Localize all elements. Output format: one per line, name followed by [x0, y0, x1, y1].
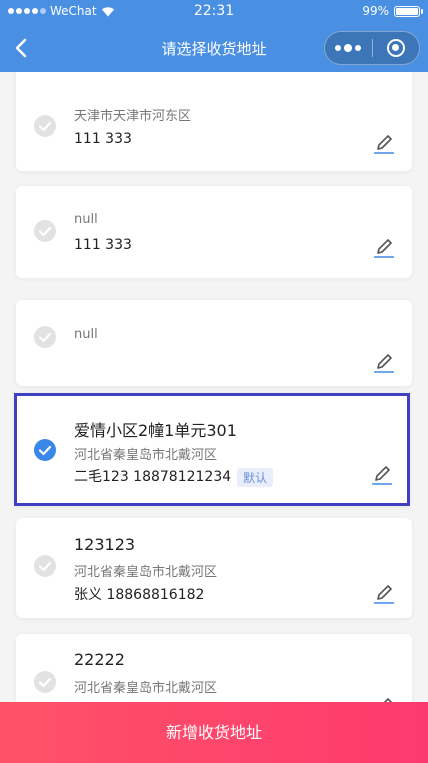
pencil-edit-icon[interactable]: [372, 581, 396, 605]
address-card[interactable]: null: [16, 300, 412, 386]
mini-close-icon[interactable]: [373, 32, 420, 64]
address-region: null: [74, 212, 98, 227]
top-bar: WeChat 22:31 99% 请选择收货地址: [0, 0, 428, 72]
address-card[interactable]: 天津市天津市河东区 111 333: [16, 72, 412, 171]
nav-bar: 请选择收货地址: [0, 24, 428, 72]
address-list: 天津市天津市河东区 111 333 null 111 333 null 爱情小区…: [0, 72, 428, 702]
address-region: 河北省秦皇岛市北戴河区: [74, 681, 218, 696]
address-contact: 二毛123 18878121234: [74, 469, 232, 485]
battery-fill: [396, 7, 418, 15]
address-title: 123123: [74, 535, 136, 554]
default-badge: 默认: [237, 467, 274, 487]
unchecked-circle-icon[interactable]: [34, 115, 56, 137]
pencil-edit-icon[interactable]: [372, 694, 396, 702]
address-title: 爱情小区2幢1单元301: [74, 421, 237, 440]
status-bar: WeChat 22:31 99%: [0, 0, 428, 24]
address-title: 22222: [74, 650, 125, 669]
address-card[interactable]: null 111 333: [16, 186, 412, 278]
pencil-edit-icon[interactable]: [372, 131, 396, 155]
address-contact-row: 二毛123 18878121234 默认: [74, 466, 274, 487]
address-region: 河北省秦皇岛市北戴河区: [74, 448, 218, 463]
unchecked-circle-icon[interactable]: [34, 326, 56, 348]
mini-program-capsule: [324, 31, 420, 65]
pencil-edit-icon[interactable]: [372, 350, 396, 374]
address-contact: 111 333: [74, 131, 132, 147]
battery-icon: [394, 5, 423, 17]
unchecked-circle-icon[interactable]: [34, 671, 56, 693]
address-card[interactable]: 123123 河北省秦皇岛市北戴河区 张义 18868816182: [16, 518, 412, 618]
address-card[interactable]: 22222 河北省秦皇岛市北戴河区: [16, 634, 412, 702]
address-region: null: [74, 327, 98, 342]
address-region: 天津市天津市河东区: [74, 109, 192, 124]
battery-percent: 99%: [362, 4, 389, 18]
address-region: 河北省秦皇岛市北戴河区: [74, 565, 218, 580]
address-card-selected[interactable]: 爱情小区2幢1单元301 河北省秦皇岛市北戴河区 二毛123 188781212…: [14, 393, 410, 506]
unchecked-circle-icon[interactable]: [34, 555, 56, 577]
add-address-button[interactable]: 新增收货地址: [0, 702, 428, 763]
pencil-edit-icon[interactable]: [372, 235, 396, 259]
checked-circle-icon[interactable]: [34, 439, 56, 461]
pencil-edit-icon[interactable]: [370, 462, 394, 486]
address-contact: 张义 18868816182: [74, 587, 205, 603]
status-right: 99%: [362, 4, 423, 18]
address-contact: 111 333: [74, 237, 132, 253]
more-dots-icon[interactable]: [325, 32, 372, 64]
unchecked-circle-icon[interactable]: [34, 220, 56, 242]
